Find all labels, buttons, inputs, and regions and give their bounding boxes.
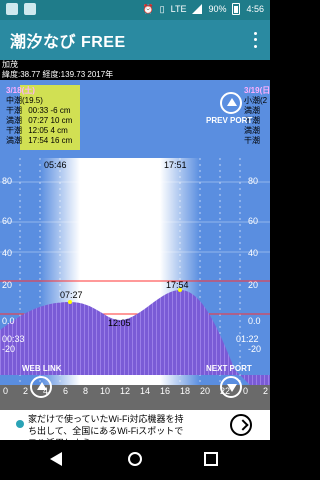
alarm-icon: ⏰ [142,3,154,14]
recent-apps-icon[interactable] [204,452,218,466]
left-moon-age: (19.5) [22,96,43,105]
right-date: 3/19(日) [244,86,270,95]
tide-type-label: 干潮 [6,126,22,135]
y-tick: 60 [2,216,13,226]
y-tick: 40 [248,248,259,258]
prev-port-button[interactable] [220,92,242,114]
network-type: LTE [170,4,187,14]
x-tick: 20 [200,386,211,396]
y-tick: 60 [248,216,259,226]
y-tick: 20 [2,280,13,290]
tide-level: 4 cm [50,126,68,135]
high-tide-marker [68,300,72,304]
ad-info-icon[interactable] [16,420,24,428]
y-tick: -20 [2,344,16,354]
tide-type-label: 満潮 [6,116,22,125]
x-tick: 12 [120,386,131,396]
sunset-time: 17:51 [164,160,187,170]
x-tick: 10 [100,386,111,396]
overflow-menu-icon[interactable] [248,30,262,50]
x-tick: 22 [220,386,231,396]
tide-time: 12:05 [28,126,49,135]
tide-level: 16 cm [50,136,73,145]
x-tick: 0 [3,386,9,396]
ad-next-icon[interactable] [230,414,252,436]
right-tide-type: 小潮 [244,96,260,105]
battery-icon [232,3,241,15]
system-navigation-bar [0,440,270,480]
x-tick: 8 [83,386,89,396]
tide-level: 10 cm [50,116,73,125]
y-tick: 0.0 [2,316,15,326]
location-coords: 緯度:38.77 経度:139.73 2017年 [2,70,114,79]
shield-notification-icon [24,3,36,15]
y-tick: 0.0 [248,316,261,326]
signal-icon [192,4,203,14]
tide-time: 07:27 [28,116,49,125]
x-tick: 14 [140,386,151,396]
clock: 4:56 [246,4,264,14]
high-tide-time-1: 07:27 [60,290,83,300]
y-tick: 20 [248,280,259,290]
ad-line: ち出して、全国にあるWi-Fiスポットで [28,426,184,436]
x-tick: 0 [243,386,249,396]
tide-panel[interactable]: 80 60 40 20 0.0 -20 80 60 40 20 0.0 -20 … [0,80,270,410]
ad-banner[interactable]: 家だけで使っていたWi-Fi対応機器を持 ち出して、全国にあるWi-Fiスポット… [0,410,270,448]
tide-type-label: 満潮 [6,136,22,145]
next-port-label[interactable]: NEXT PORT [206,364,252,373]
prev-port-label[interactable]: PREV PORT [206,116,252,125]
tide-type-label: 干潮 [244,136,260,145]
y-tick: 80 [2,176,13,186]
y-tick: -20 [248,344,262,354]
left-day-info: 3/18(土) 中潮(19.5) 干潮 00:33 -6 cm 満潮 07:27… [6,86,72,146]
left-date: 3/18(土) [6,86,35,95]
x-tick: 2 [23,386,29,396]
high-tide-time-2: 17:54 [166,280,189,290]
tide-level: -6 cm [50,106,71,115]
y-tick: 80 [248,176,259,186]
status-bar: ⏰ ▯ LTE 90% 4:56 [0,0,270,20]
x-tick: 4 [43,386,49,396]
tide-time: 00:33 [28,106,49,115]
vibrate-icon: ▯ [159,3,165,14]
x-tick: 6 [63,386,69,396]
web-link-label[interactable]: WEB LINK [22,364,62,373]
location-name: 加茂 [2,60,18,69]
low-tide-time: 12:05 [108,318,131,328]
notification-icon [6,3,18,15]
tide-type-label: 満潮 [244,126,260,135]
home-icon[interactable] [128,452,142,466]
left-tide-type: 中潮 [6,96,22,105]
ad-line: 家だけで使っていたWi-Fi対応機器を持 [28,414,184,424]
app-bar: 潮汐なび FREE [0,20,270,60]
right-moon-age: (2 [260,96,268,105]
right-edge-time: 01:22 [236,334,259,344]
sunrise-time: 05:46 [44,160,67,170]
x-tick: 2 [263,386,269,396]
x-axis: 0 2 4 6 8 10 12 14 16 18 20 22 0 2 [0,386,270,398]
tide-type-label: 満潮 [244,106,260,115]
y-tick: 40 [2,248,13,258]
tide-type-label: 干潮 [6,106,22,115]
x-tick: 18 [180,386,191,396]
back-icon[interactable] [50,452,62,466]
app-title: 潮汐なび FREE [10,34,126,51]
left-edge-time: 00:33 [2,334,25,344]
x-tick: 16 [160,386,171,396]
location-info: 加茂 緯度:38.77 経度:139.73 2017年 [0,60,270,80]
battery-percent: 90% [208,4,227,14]
tide-time: 17:54 [28,136,49,145]
